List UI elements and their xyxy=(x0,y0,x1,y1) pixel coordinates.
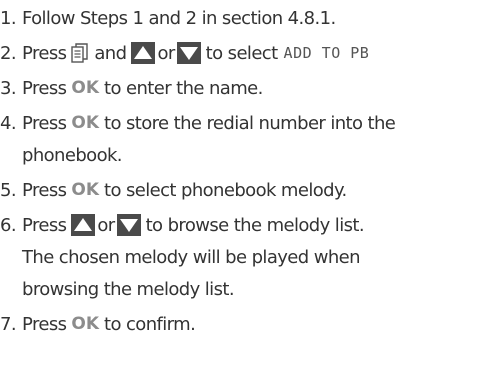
step-number: 2. xyxy=(0,42,17,64)
ok-key-label: OK xyxy=(71,78,99,98)
step-number: 1. xyxy=(0,7,17,29)
step-number: 6. xyxy=(0,214,17,236)
step-4: 4. Press OK to store the redial number i… xyxy=(0,108,396,138)
ok-key-label: OK xyxy=(71,314,99,334)
step-text: and xyxy=(94,42,127,64)
down-arrow-key-icon xyxy=(176,42,201,64)
step-2: 2. Press and or to select ADD TO PB xyxy=(0,38,369,68)
step-7: 7. Press OK to confirm. xyxy=(0,309,196,339)
step-text: The chosen melody will be played when xyxy=(22,246,361,268)
step-text: Press xyxy=(22,77,67,99)
step-4-continuation: phonebook. xyxy=(0,140,123,170)
step-text: to select xyxy=(205,42,278,64)
step-text: Press xyxy=(22,313,67,335)
step-6-continuation: The chosen melody will be played when xyxy=(0,242,361,272)
step-text: to enter the name. xyxy=(104,77,263,99)
step-text: or xyxy=(97,214,115,236)
step-number: 3. xyxy=(0,77,17,99)
step-5: 5. Press OK to select phonebook melody. xyxy=(0,175,347,205)
ok-key-label: OK xyxy=(71,113,99,133)
down-arrow-key-icon xyxy=(116,214,141,236)
step-6-continuation: browsing the melody list. xyxy=(0,274,235,304)
step-3: 3. Press OK to enter the name. xyxy=(0,73,263,103)
step-text: to browse the melody list. xyxy=(145,214,365,236)
menu-item-label: ADD TO PB xyxy=(283,44,370,62)
up-arrow-key-icon xyxy=(71,214,96,236)
step-1: 1. Follow Steps 1 and 2 in section 4.8.1… xyxy=(0,3,336,33)
step-text: to store the redial number into the xyxy=(104,112,396,134)
step-text: Press xyxy=(22,42,67,64)
step-number: 7. xyxy=(0,313,17,335)
step-text: phonebook. xyxy=(22,144,123,166)
step-text: Press xyxy=(22,179,67,201)
step-text: Follow Steps 1 and 2 in section 4.8.1. xyxy=(22,7,336,29)
step-text: or xyxy=(157,42,175,64)
step-text: browsing the melody list. xyxy=(22,278,235,300)
step-text: to confirm. xyxy=(104,313,196,335)
ok-key-label: OK xyxy=(71,180,99,200)
step-number: 5. xyxy=(0,179,17,201)
step-number: 4. xyxy=(0,112,17,134)
up-arrow-key-icon xyxy=(131,42,156,64)
phonebook-key-icon xyxy=(71,42,89,64)
step-text: Press xyxy=(22,112,67,134)
step-text: to select phonebook melody. xyxy=(104,179,347,201)
step-text: Press xyxy=(22,214,67,236)
step-6: 6. Press or to browse the melody list. xyxy=(0,210,365,240)
